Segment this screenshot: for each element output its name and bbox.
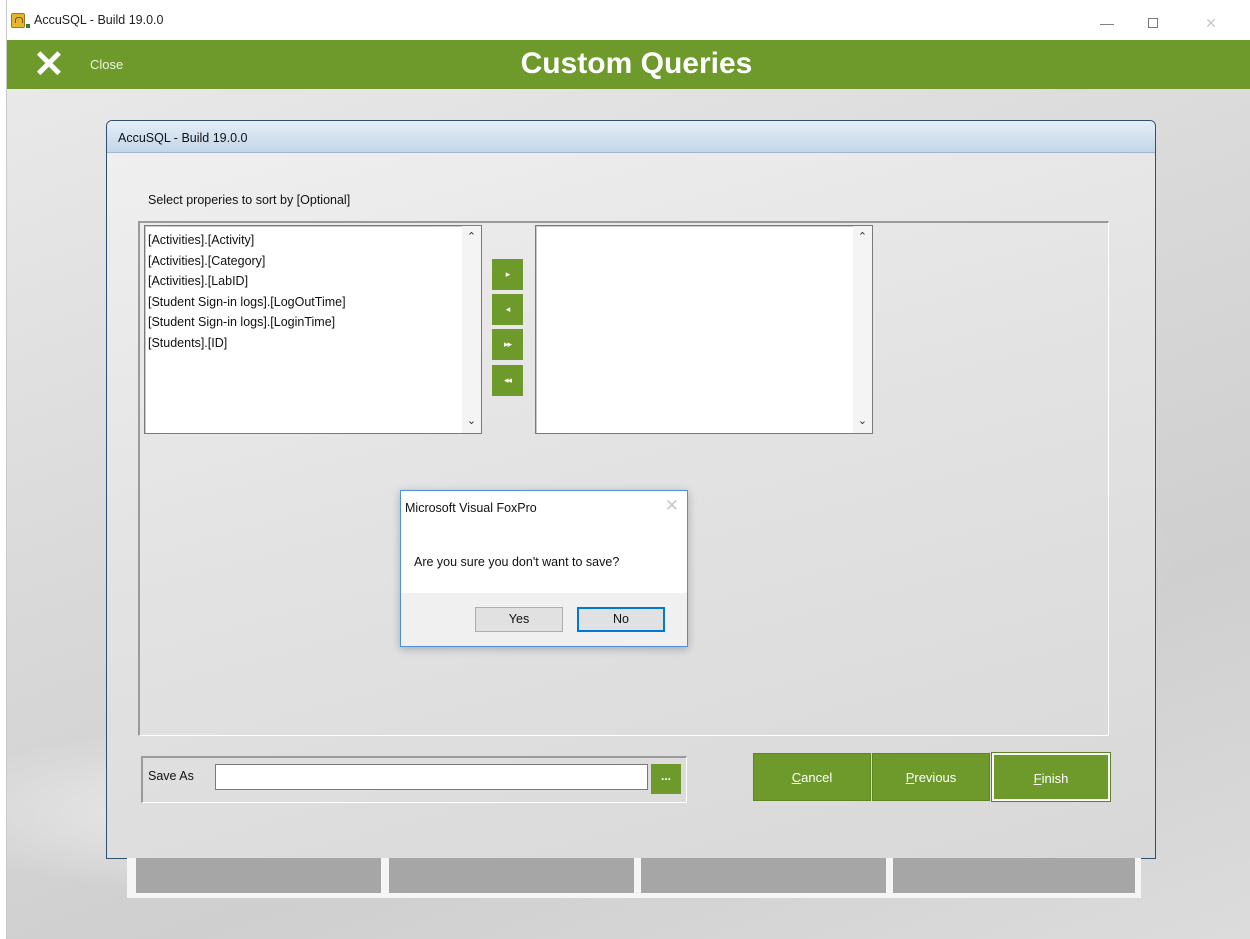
dialog-message: Are you sure you don't want to save? — [414, 555, 620, 569]
previous-button[interactable]: Previous — [872, 753, 990, 801]
selected-fields-scrollbar[interactable]: ⌃ ⌄ — [853, 226, 872, 433]
no-button[interactable]: No — [577, 607, 665, 632]
dialog-close-icon[interactable]: ✕ — [665, 496, 679, 516]
cancel-mnemonic: C — [791, 770, 802, 785]
scroll-up-icon[interactable]: ⌃ — [462, 229, 481, 246]
add-all-button[interactable]: ▸▸ — [492, 329, 523, 360]
list-item[interactable]: [Activities].[Category] — [148, 251, 459, 272]
app-lock-icon — [11, 13, 25, 28]
page-title: Custom Queries — [520, 47, 753, 80]
window-close-button[interactable]: ✕ — [1188, 8, 1234, 38]
remove-one-button[interactable]: ◂ — [492, 294, 523, 325]
previous-label: revious — [914, 770, 957, 785]
finish-label: inish — [1041, 771, 1069, 786]
bottom-tab-1[interactable] — [136, 858, 381, 893]
remove-all-button[interactable]: ◂◂ — [492, 365, 523, 396]
dialog-footer: Yes No — [401, 593, 687, 646]
dialog-title: Microsoft Visual FoxPro — [405, 501, 537, 515]
minimize-button[interactable]: — — [1084, 8, 1130, 38]
scroll-down-icon[interactable]: ⌄ — [853, 413, 872, 430]
maximize-button[interactable] — [1130, 8, 1176, 38]
form-titlebar: AccuSQL - Build 19.0.0 — [107, 121, 1155, 153]
cancel-label: ancel — [801, 770, 833, 785]
form-title: AccuSQL - Build 19.0.0 — [118, 131, 248, 145]
available-fields-items: [Activities].[Activity] [Activities].[Ca… — [148, 230, 459, 353]
finish-button[interactable]: Finish — [991, 752, 1111, 802]
bottom-tab-4[interactable] — [893, 858, 1135, 893]
maximize-icon — [1148, 18, 1158, 28]
window-titlebar: AccuSQL - Build 19.0.0 — ✕ — [7, 0, 1250, 40]
finish-mnemonic: F — [1033, 771, 1042, 786]
scroll-up-icon[interactable]: ⌃ — [853, 229, 872, 246]
app-header: ✕ Close Custom Queries — [7, 40, 1250, 89]
cancel-button[interactable]: Cancel — [753, 753, 871, 801]
scroll-down-icon[interactable]: ⌄ — [462, 413, 481, 430]
add-one-button[interactable]: ▸ — [492, 259, 523, 290]
list-item[interactable]: [Student Sign-in logs].[LogOutTime] — [148, 292, 459, 313]
list-item[interactable]: [Student Sign-in logs].[LoginTime] — [148, 312, 459, 333]
bottom-tab-2[interactable] — [389, 858, 634, 893]
browse-button[interactable]: ... — [651, 764, 681, 794]
bottom-tab-3[interactable] — [641, 858, 886, 893]
main-window: AccuSQL - Build 19.0.0 — ✕ ✕ Close Custo… — [6, 0, 1250, 939]
sort-prompt-label: Select properies to sort by [Optional] — [148, 193, 351, 207]
save-as-label: Save As — [148, 769, 194, 783]
list-item[interactable]: [Students].[ID] — [148, 333, 459, 354]
available-fields-list[interactable]: [Activities].[Activity] [Activities].[Ca… — [144, 225, 482, 434]
list-item[interactable]: [Activities].[Activity] — [148, 230, 459, 251]
save-as-input[interactable] — [215, 764, 648, 790]
confirm-dialog: Microsoft Visual FoxPro ✕ Are you sure y… — [400, 490, 688, 647]
bottom-tab-strip — [127, 858, 1141, 898]
app-icon-badge — [26, 24, 30, 28]
yes-button[interactable]: Yes — [475, 607, 563, 632]
list-item[interactable]: [Activities].[LabID] — [148, 271, 459, 292]
selected-fields-list[interactable]: ⌃ ⌄ — [535, 225, 873, 434]
window-title: AccuSQL - Build 19.0.0 — [34, 13, 164, 27]
available-fields-scrollbar[interactable]: ⌃ ⌄ — [462, 226, 481, 433]
